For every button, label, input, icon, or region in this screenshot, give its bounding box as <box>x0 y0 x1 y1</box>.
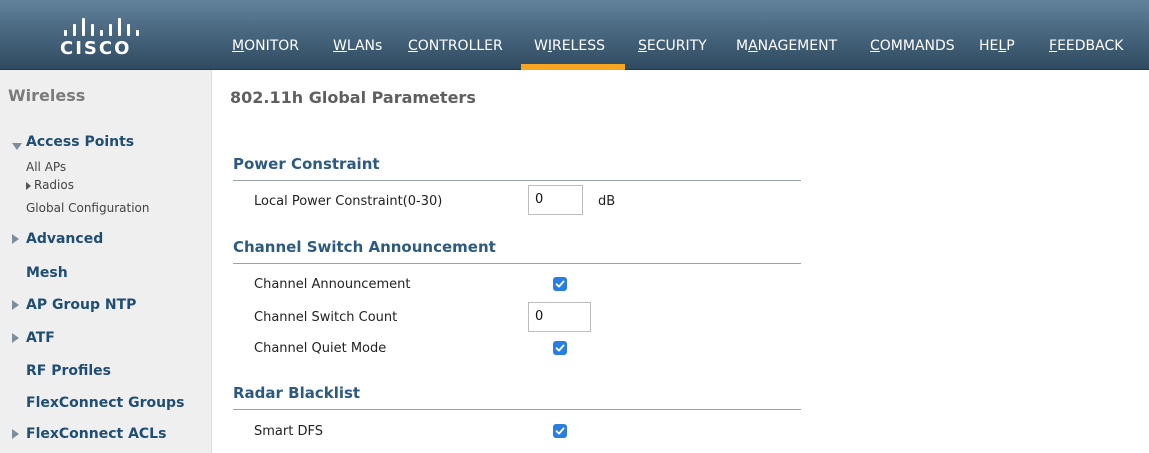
db-unit-label: dB <box>598 194 616 209</box>
sidebar-item-atf[interactable]: ATF <box>26 330 55 346</box>
sidebar-item-ap-group-ntp[interactable]: AP Group NTP <box>26 297 136 313</box>
checkmark-icon <box>555 280 565 288</box>
smart-dfs-label: Smart DFS <box>254 424 323 439</box>
channel-quiet-mode-label: Channel Quiet Mode <box>254 341 387 356</box>
main-content: 802.11h Global Parameters Power Constrai… <box>212 70 1149 453</box>
sidebar-item-flexconnect-acls[interactable]: FlexConnect ACLs <box>26 426 166 442</box>
collapsed-arrow-icon[interactable] <box>12 234 19 244</box>
section-title-channel-switch-announcement: Channel Switch Announcement <box>233 238 496 256</box>
nav-wireless[interactable]: WIRELESS <box>534 38 605 58</box>
section-title-radar-blacklist: Radar Blacklist <box>233 384 361 402</box>
top-navigation-bar: CISCO MONITOR WLANs CONTROLLER WIRELESS … <box>0 0 1149 70</box>
sidebar-item-advanced[interactable]: Advanced <box>26 231 103 247</box>
nav-commands[interactable]: COMMANDS <box>870 38 955 58</box>
collapsed-arrow-icon[interactable] <box>12 333 19 343</box>
checkmark-icon <box>555 344 565 352</box>
sidebar-item-global-configuration[interactable]: Global Configuration <box>26 201 149 215</box>
smart-dfs-checkbox[interactable] <box>553 424 567 438</box>
sidebar: Wireless Access Points All APs Radios Gl… <box>0 70 212 453</box>
checkmark-icon <box>555 427 565 435</box>
local-power-constraint-input[interactable]: 0 <box>528 185 583 215</box>
nav-help[interactable]: HELP <box>979 38 1015 58</box>
channel-announcement-label: Channel Announcement <box>254 277 411 292</box>
cisco-wordmark: CISCO <box>60 38 132 59</box>
channel-quiet-mode-checkbox[interactable] <box>553 341 567 355</box>
nav-wlans[interactable]: WLANs <box>333 38 382 58</box>
section-title-power-constraint: Power Constraint <box>233 155 380 173</box>
local-power-constraint-label: Local Power Constraint(0-30) <box>254 194 443 209</box>
sidebar-title: Wireless <box>8 86 86 105</box>
section-divider <box>233 180 801 181</box>
section-divider <box>233 263 801 264</box>
nav-feedback[interactable]: FEEDBACK <box>1049 38 1123 58</box>
channel-announcement-checkbox[interactable] <box>553 277 567 291</box>
expanded-arrow-icon[interactable] <box>12 143 22 150</box>
nav-monitor[interactable]: MONITOR <box>232 38 299 58</box>
collapsed-arrow-icon[interactable] <box>12 429 19 439</box>
sidebar-item-flexconnect-groups[interactable]: FlexConnect Groups <box>26 395 184 411</box>
sidebar-item-rf-profiles[interactable]: RF Profiles <box>26 363 111 379</box>
cisco-logo-bars-icon <box>64 14 144 36</box>
section-divider <box>233 409 801 410</box>
cisco-logo[interactable]: CISCO <box>50 14 160 60</box>
collapsed-arrow-icon[interactable] <box>26 182 31 190</box>
nav-management[interactable]: MANAGEMENT <box>736 38 837 58</box>
sidebar-item-all-aps[interactable]: All APs <box>26 160 66 174</box>
sidebar-item-access-points[interactable]: Access Points <box>26 134 134 150</box>
sidebar-item-radios[interactable]: Radios <box>34 178 74 192</box>
page-title: 802.11h Global Parameters <box>230 88 476 107</box>
collapsed-arrow-icon[interactable] <box>12 300 19 310</box>
nav-controller[interactable]: CONTROLLER <box>408 38 503 58</box>
sidebar-item-mesh[interactable]: Mesh <box>26 265 68 281</box>
channel-switch-count-label: Channel Switch Count <box>254 310 398 325</box>
channel-switch-count-input[interactable]: 0 <box>528 302 591 332</box>
nav-security[interactable]: SECURITY <box>638 38 707 58</box>
